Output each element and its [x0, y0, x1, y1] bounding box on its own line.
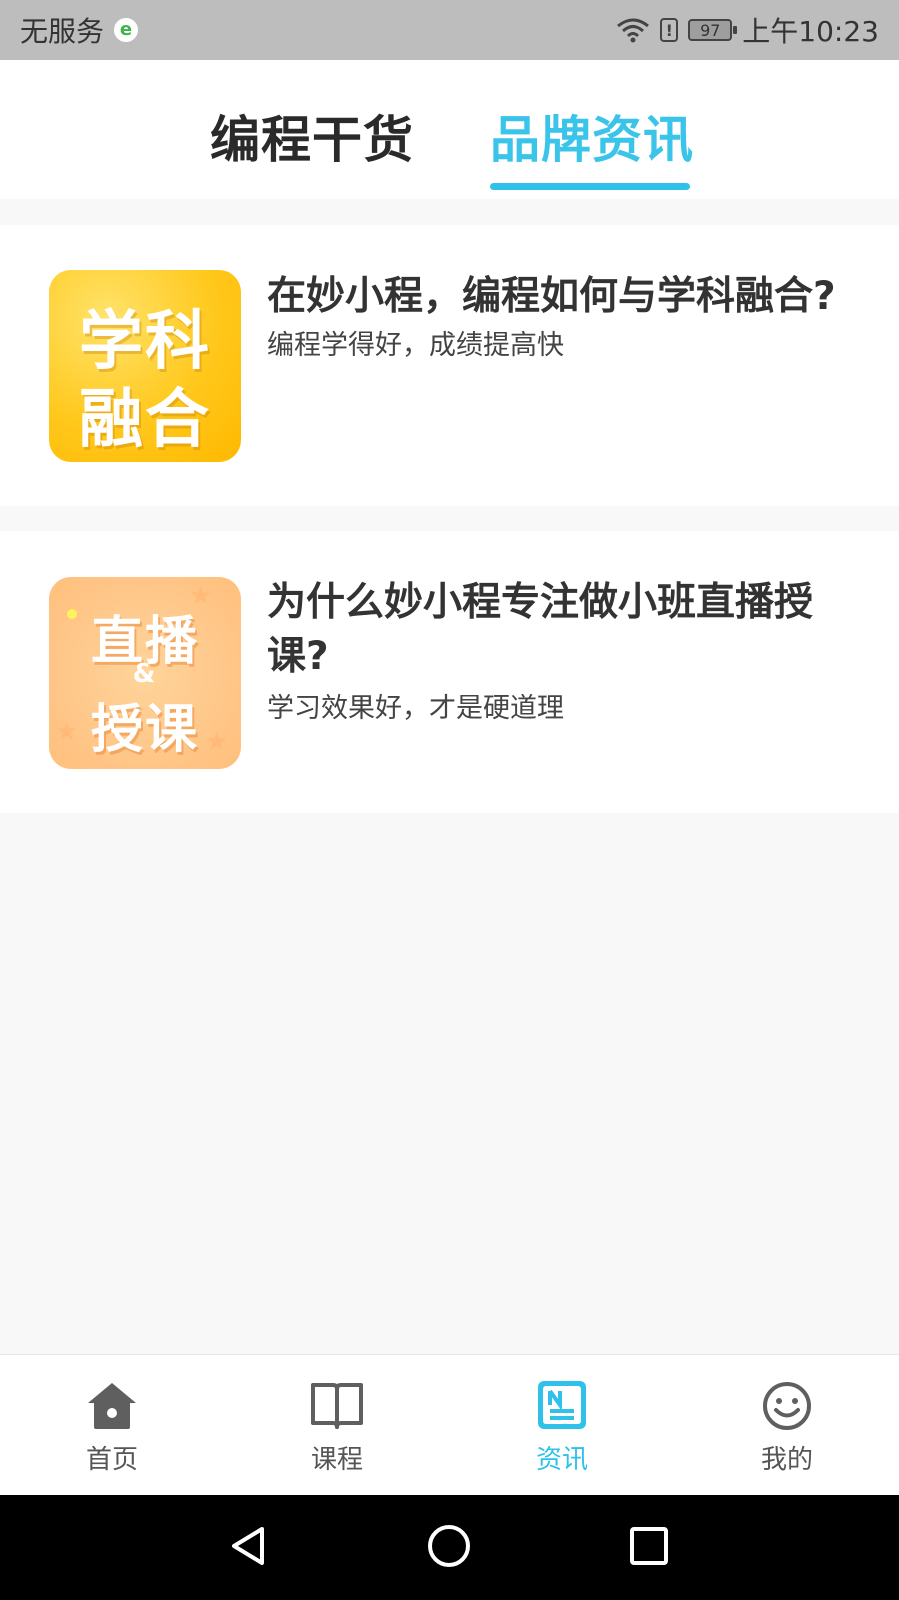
nav-mine[interactable]: 我的: [727, 1379, 847, 1476]
status-right: ! 97 上午10:23: [616, 10, 879, 50]
nav-label: 资讯: [535, 1445, 588, 1475]
thumbnail-ampersand: &: [132, 659, 158, 689]
nav-home[interactable]: 首页: [52, 1379, 172, 1476]
article-title: 在妙小程，编程如何与学科融合?: [267, 274, 836, 319]
active-tab-indicator: [490, 183, 690, 190]
book-icon: [311, 1383, 363, 1429]
tab-coding-tips[interactable]: 编程干货: [210, 100, 414, 172]
thumbnail-text-line2: 融合: [79, 383, 211, 457]
top-tab-bar: 编程干货 品牌资讯: [0, 60, 899, 199]
status-left: 无服务 e: [20, 10, 139, 50]
browser-e-icon: e: [114, 18, 139, 42]
nav-label: 首页: [85, 1445, 138, 1475]
article-title: 为什么妙小程专注做小班直播授课?: [267, 580, 814, 679]
alert-icon: !: [660, 18, 679, 42]
battery-icon: 97: [688, 19, 738, 41]
bottom-nav: 首页 课程 资讯 我的: [0, 1354, 899, 1496]
home-circle-icon[interactable]: [426, 1523, 472, 1569]
article-card[interactable]: 学科 融合 在妙小程，编程如何与学科融合? 编程学得好，成绩提高快: [0, 225, 899, 506]
recents-icon[interactable]: [626, 1523, 672, 1569]
clock: 上午10:23: [742, 15, 879, 48]
article-thumbnail: 学科 融合: [49, 270, 241, 462]
article-card[interactable]: ★ ★ ★ 直播 & 授课 为什么妙小程专注做小班直播授课? 学习效果好，才是硬…: [0, 531, 899, 813]
home-icon: [88, 1383, 136, 1429]
system-navigation-bar: [0, 1495, 899, 1600]
wifi-icon: [617, 18, 650, 43]
nav-label: 我的: [760, 1445, 813, 1475]
back-icon[interactable]: [226, 1523, 272, 1569]
smiley-icon: [763, 1382, 811, 1430]
article-description: 学习效果好，才是硬道理: [267, 693, 564, 724]
news-icon: [538, 1381, 586, 1429]
nav-label: 课程: [310, 1445, 363, 1475]
article-description: 编程学得好，成绩提高快: [267, 330, 564, 361]
carrier-text: 无服务: [20, 15, 105, 48]
tab-brand-news[interactable]: 品牌资讯: [490, 100, 694, 172]
nav-news[interactable]: 资讯: [502, 1379, 622, 1476]
status-bar: 无服务 e ! 97 上午10:23: [0, 0, 899, 60]
article-thumbnail: ★ ★ ★ 直播 & 授课: [49, 577, 241, 769]
nav-course[interactable]: 课程: [277, 1379, 397, 1476]
thumbnail-text-line2: 授课: [90, 700, 199, 760]
